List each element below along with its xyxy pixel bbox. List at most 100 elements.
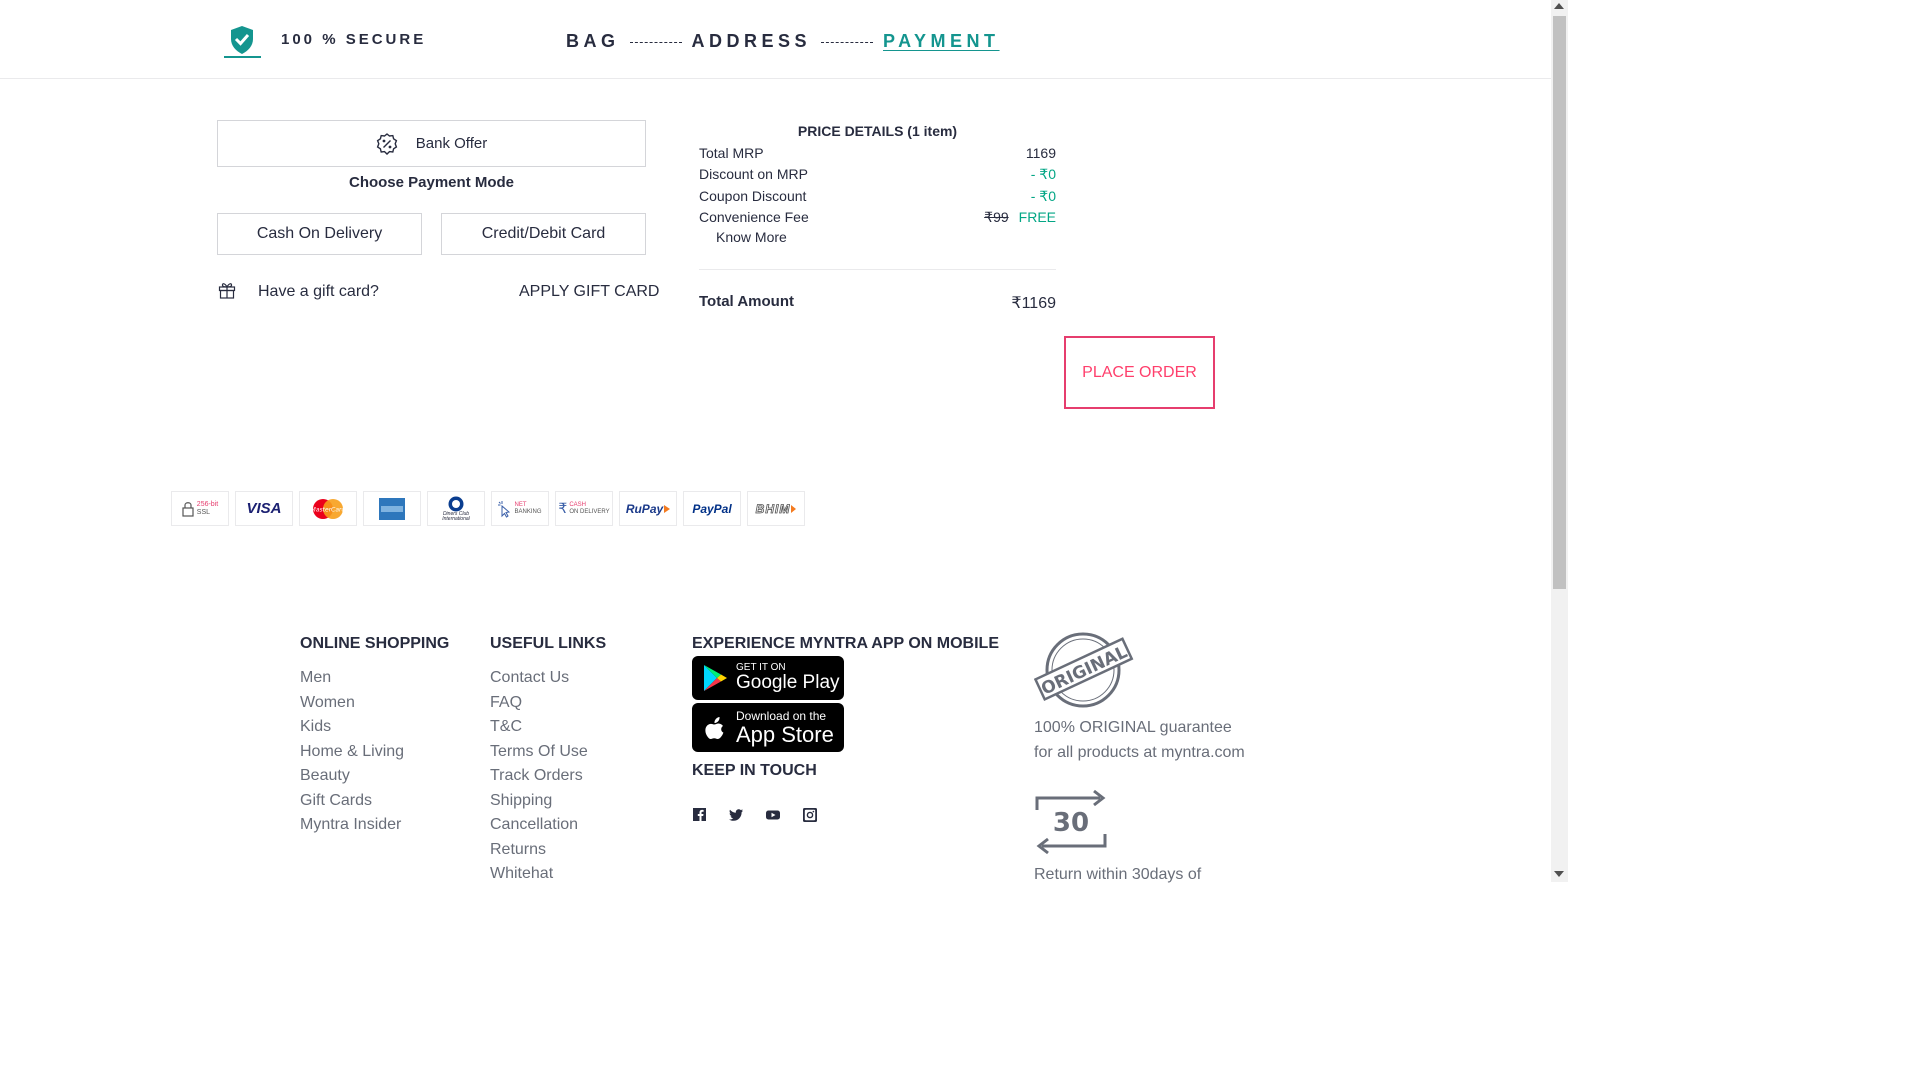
price-row-label: Discount on MRP bbox=[699, 166, 808, 182]
paypal-logo: PayPal bbox=[683, 491, 741, 526]
youtube-icon[interactable] bbox=[765, 807, 781, 823]
checkout-steps: BAG ADDRESS PAYMENT bbox=[566, 29, 1000, 53]
cod-bottom: ON DELIVERY bbox=[569, 508, 610, 515]
price-row-convenience-fee: Convenience Fee ₹99 FREE bbox=[699, 207, 1056, 227]
convenience-fee-old: ₹99 bbox=[984, 208, 1009, 225]
footer-link-terms-of-use[interactable]: Terms Of Use bbox=[490, 743, 588, 761]
visa-text: VISA bbox=[246, 500, 282, 517]
price-row-label: Convenience Fee bbox=[699, 209, 809, 225]
footer-link-faq[interactable]: FAQ bbox=[490, 694, 522, 712]
bank-offer-label: Bank Offer bbox=[415, 135, 488, 152]
price-row-label: Coupon Discount bbox=[699, 188, 807, 204]
cursor-click-icon bbox=[498, 500, 511, 518]
ssl-bottom: SSL bbox=[196, 508, 211, 516]
app-store-big: App Store bbox=[736, 721, 834, 747]
app-store-button[interactable]: Download on the App Store bbox=[692, 703, 844, 752]
footer-link-tc[interactable]: T&C bbox=[490, 718, 522, 736]
keep-in-touch-heading: KEEP IN TOUCH bbox=[692, 762, 817, 779]
footer-link-whitehat[interactable]: Whitehat bbox=[490, 865, 553, 883]
step-address: ADDRESS bbox=[691, 30, 812, 51]
visa-logo: VISA bbox=[235, 491, 293, 526]
footer-link-track-orders[interactable]: Track Orders bbox=[490, 767, 583, 785]
diners-club-logo: Diners Club International bbox=[427, 491, 485, 526]
total-amount-label: Total Amount bbox=[699, 293, 794, 310]
mastercard-logo: MasterCard bbox=[299, 491, 357, 526]
net-banking-logo: NET BANKING bbox=[491, 491, 549, 526]
footer-link-contact-us[interactable]: Contact Us bbox=[490, 669, 569, 687]
rupee-icon: ₹ bbox=[558, 500, 568, 516]
step-divider bbox=[629, 41, 682, 43]
bhim-text: BHIM bbox=[755, 501, 791, 516]
google-play-button[interactable]: GET IT ON Google Play bbox=[692, 656, 844, 700]
return-30-days-icon: 30 bbox=[1034, 788, 1108, 856]
convenience-fee-free: FREE bbox=[1018, 208, 1056, 225]
bhim-logo: BHIM bbox=[747, 491, 805, 526]
secure-underline bbox=[224, 56, 261, 58]
rupay-text: RuPay bbox=[625, 501, 664, 516]
payment-logos: 256-bit SSL VISA MasterCard Diners Club … bbox=[171, 491, 811, 526]
price-row-value: - ₹0 bbox=[1030, 165, 1056, 182]
footer-link-shipping[interactable]: Shipping bbox=[490, 792, 552, 810]
twitter-icon[interactable] bbox=[728, 807, 744, 823]
cod-top: CASH bbox=[569, 501, 586, 508]
google-play-icon bbox=[704, 665, 727, 691]
cash-on-delivery-button[interactable]: Cash On Delivery bbox=[217, 213, 422, 255]
price-row-discount-mrp: Discount on MRP - ₹0 bbox=[699, 164, 1056, 184]
apply-gift-card-button[interactable]: APPLY GIFT CARD bbox=[519, 283, 659, 301]
gift-icon bbox=[218, 281, 236, 299]
scroll-down-arrow-icon[interactable] bbox=[1554, 871, 1564, 877]
price-row-value: - ₹0 bbox=[1030, 187, 1056, 204]
original-badge-icon: ORIGINAL bbox=[1033, 630, 1134, 710]
app-store-small: Download on the bbox=[736, 708, 827, 723]
credit-debit-card-button[interactable]: Credit/Debit Card bbox=[441, 213, 646, 255]
mastercard-text: MasterCard bbox=[311, 506, 346, 513]
paypal-text: PayPal bbox=[692, 501, 732, 516]
instagram-icon[interactable] bbox=[802, 807, 818, 823]
diners-icon bbox=[448, 496, 464, 511]
bank-offer-box[interactable]: Bank Offer bbox=[217, 120, 646, 167]
cash-on-delivery-logo: ₹ CASH ON DELIVERY bbox=[555, 491, 613, 526]
footer-link-kids[interactable]: Kids bbox=[300, 718, 331, 736]
total-amount-row: Total Amount ₹1169 bbox=[699, 293, 1056, 313]
price-row-total-mrp: Total MRP 1169 bbox=[699, 143, 1056, 163]
discount-badge-icon bbox=[376, 132, 398, 155]
price-row-value: 1169 bbox=[1025, 145, 1056, 161]
apple-icon bbox=[705, 716, 724, 739]
footer-link-cancellation[interactable]: Cancellation bbox=[490, 816, 578, 834]
amex-icon bbox=[379, 497, 405, 520]
choose-payment-mode-title: Choose Payment Mode bbox=[348, 174, 515, 191]
footer-link-beauty[interactable]: Beauty bbox=[300, 767, 350, 785]
footer-link-men[interactable]: Men bbox=[300, 669, 331, 687]
footer-link-women[interactable]: Women bbox=[300, 694, 355, 712]
place-order-button[interactable]: PLACE ORDER bbox=[1064, 336, 1215, 409]
bhim-arrow-icon bbox=[791, 504, 797, 513]
google-play-big: Google Play bbox=[736, 672, 840, 693]
price-divider bbox=[699, 269, 1056, 270]
footer-link-returns[interactable]: Returns bbox=[490, 841, 546, 859]
return-policy-line1: Return within 30days of bbox=[1034, 866, 1202, 883]
ssl-logo: 256-bit SSL bbox=[171, 491, 229, 526]
footer-link-gift-cards[interactable]: Gift Cards bbox=[300, 792, 372, 810]
footer-link-home-living[interactable]: Home & Living bbox=[300, 743, 404, 761]
ssl-top: 256-bit bbox=[196, 500, 219, 508]
netbanking-bottom: BANKING bbox=[514, 508, 542, 515]
footer-online-shopping-heading: ONLINE SHOPPING bbox=[300, 635, 450, 652]
know-more-link[interactable]: Know More bbox=[716, 229, 787, 245]
facebook-icon[interactable] bbox=[692, 807, 708, 823]
step-divider bbox=[821, 41, 874, 43]
price-row-label: Total MRP bbox=[699, 145, 764, 161]
rupay-arrow-icon bbox=[664, 504, 671, 513]
original-guarantee-line1: 100% ORIGINAL guarantee bbox=[1034, 719, 1232, 736]
step-bag: BAG bbox=[566, 30, 620, 51]
footer-useful-links-heading: USEFUL LINKS bbox=[490, 635, 607, 652]
footer-app-heading: EXPERIENCE MYNTRA APP ON MOBILE bbox=[692, 635, 999, 652]
netbanking-top: NET bbox=[514, 501, 527, 508]
secure-shield-icon bbox=[222, 24, 262, 58]
scrollbar-thumb[interactable] bbox=[1553, 16, 1566, 589]
footer-link-myntra-insider[interactable]: Myntra Insider bbox=[300, 816, 401, 834]
scroll-up-arrow-icon[interactable] bbox=[1554, 3, 1564, 9]
step-payment: PAYMENT bbox=[883, 30, 1000, 51]
secure-label: 100 % SECURE bbox=[281, 31, 427, 48]
mastercard-circles: MasterCard bbox=[311, 498, 346, 519]
return-badge-number: 30 bbox=[1053, 808, 1089, 838]
